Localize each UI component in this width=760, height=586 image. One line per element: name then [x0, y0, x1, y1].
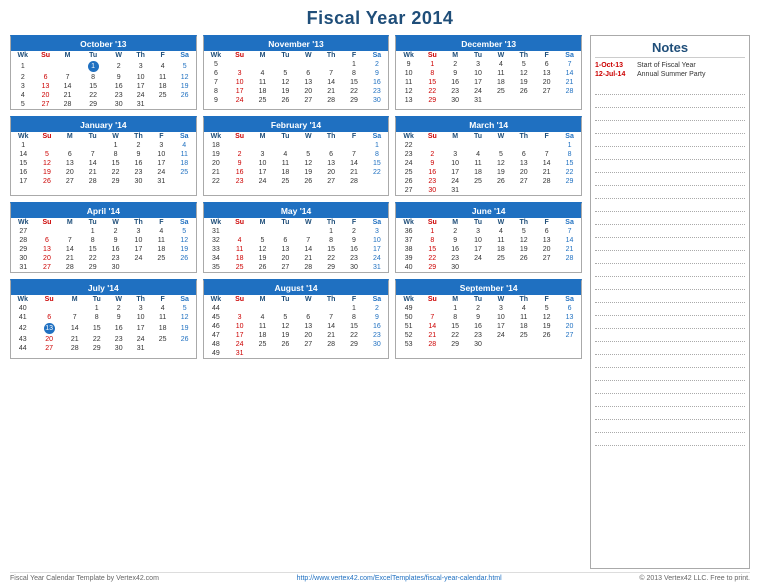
month-header: November '13: [204, 37, 389, 51]
notes-entry: 12-Jul-14 Annual Summer Party: [595, 71, 745, 78]
month-header: March '14: [396, 118, 581, 132]
month-3: January '14WkSuMTuWThFSa1123414567891011…: [10, 116, 197, 196]
quarter-row-1: October '13WkSuMTuWThFSa1123452678910111…: [10, 35, 582, 110]
notes-text: Start of Fiscal Year: [637, 62, 696, 69]
month-header: May '14: [204, 204, 389, 218]
month-11: September '14WkSuMTuWThFSa49123456507891…: [395, 279, 582, 359]
main-content: October '13WkSuMTuWThFSa1123452678910111…: [10, 35, 750, 569]
notes-line: [595, 225, 745, 238]
notes-line: [595, 147, 745, 160]
page-title: Fiscal Year 2014: [10, 8, 750, 29]
notes-entries: 1-Oct-13 Start of Fiscal Year 12-Jul-14 Ann…: [595, 62, 745, 78]
notes-line: [595, 316, 745, 329]
month-header: August '14: [204, 281, 389, 295]
notes-line: [595, 251, 745, 264]
notes-line: [595, 95, 745, 108]
notes-line: [595, 238, 745, 251]
page: Fiscal Year 2014 October '13WkSuMTuWThFS…: [0, 0, 760, 586]
notes-line: [595, 381, 745, 394]
month-6: April '14WkSuMTuWThFSa271234528678910111…: [10, 202, 197, 273]
notes-line: [595, 134, 745, 147]
notes-line: [595, 355, 745, 368]
month-7: May '14WkSuMTuWThFSa31123324567891033111…: [203, 202, 390, 273]
month-9: July '14WkSuMTuWThFSa4012345416789101112…: [10, 279, 197, 359]
month-header: April '14: [11, 204, 196, 218]
month-2: December '13WkSuMTuWThFSa912345671089101…: [395, 35, 582, 110]
footer-center[interactable]: http://www.vertex42.com/ExcelTemplates/f…: [297, 575, 502, 582]
month-header: December '13: [396, 37, 581, 51]
notes-line: [595, 108, 745, 121]
notes-line: [595, 212, 745, 225]
month-10: August '14WkSuMTuWThFSa44124534567894610…: [203, 279, 390, 359]
notes-entry: 1-Oct-13 Start of Fiscal Year: [595, 62, 745, 69]
notes-line: [595, 407, 745, 420]
notes-line: [595, 121, 745, 134]
month-5: March '14WkSuMTuWThFSa221232345678249101…: [395, 116, 582, 196]
footer-left: Fiscal Year Calendar Template by Vertex4…: [10, 575, 159, 582]
notes-line: [595, 433, 745, 446]
notes-line: [595, 394, 745, 407]
footer-right: © 2013 Vertex42 LLC. Free to print.: [639, 575, 750, 582]
month-header: September '14: [396, 281, 581, 295]
notes-line: [595, 329, 745, 342]
quarter-row-4: July '14WkSuMTuWThFSa4012345416789101112…: [10, 279, 582, 359]
month-header: February '14: [204, 118, 389, 132]
footer: Fiscal Year Calendar Template by Vertex4…: [10, 572, 750, 582]
calendars: October '13WkSuMTuWThFSa1123452678910111…: [10, 35, 582, 569]
notes-line: [595, 303, 745, 316]
month-header: January '14: [11, 118, 196, 132]
notes-text: Annual Summer Party: [637, 71, 705, 78]
month-header: July '14: [11, 281, 196, 295]
notes-line: [595, 368, 745, 381]
notes-date: 1-Oct-13: [595, 62, 633, 69]
notes-line: [595, 173, 745, 186]
quarter-row-2: January '14WkSuMTuWThFSa1123414567891011…: [10, 116, 582, 196]
notes-lines: [595, 82, 745, 446]
month-0: October '13WkSuMTuWThFSa1123452678910111…: [10, 35, 197, 110]
month-4: February '14WkSuMTuWThFSa181192345678209…: [203, 116, 390, 196]
notes-panel: Notes 1-Oct-13 Start of Fiscal Year 12-Jul…: [590, 35, 750, 569]
notes-line: [595, 264, 745, 277]
notes-line: [595, 342, 745, 355]
notes-line: [595, 290, 745, 303]
notes-line: [595, 199, 745, 212]
notes-heading: Notes: [595, 40, 745, 58]
month-1: November '13WkSuMTuWThFSa512634567897101…: [203, 35, 390, 110]
month-header: October '13: [11, 37, 196, 51]
quarter-row-3: April '14WkSuMTuWThFSa271234528678910111…: [10, 202, 582, 273]
notes-line: [595, 160, 745, 173]
month-8: June '14WkSuMTuWThFSa3612345673789101112…: [395, 202, 582, 273]
notes-line: [595, 277, 745, 290]
notes-line: [595, 186, 745, 199]
month-header: June '14: [396, 204, 581, 218]
notes-line: [595, 82, 745, 95]
notes-line: [595, 420, 745, 433]
notes-date: 12-Jul-14: [595, 71, 633, 78]
